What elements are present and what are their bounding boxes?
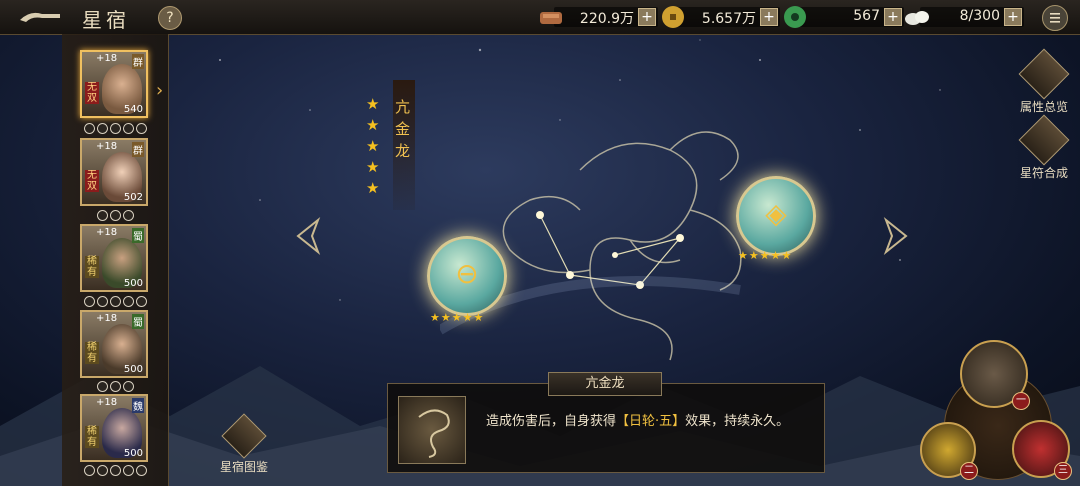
constellation-option-1[interactable]: 一: [960, 340, 1030, 410]
constellation-thumbnail: [398, 396, 466, 464]
hero-faction: 蜀: [132, 228, 144, 243]
hero-faction: 群: [132, 54, 144, 69]
hero-faction: 群: [132, 142, 144, 157]
hero-card[interactable]: +18 群 无双 502: [80, 138, 148, 206]
top-bar: 星宿 ? 220.9万 + 5.657万 + 567 + 8/300 +: [0, 0, 1080, 35]
next-arrow-button[interactable]: [882, 216, 912, 256]
chevron-right-icon: ›: [156, 80, 164, 101]
star-icon: ★: [366, 137, 380, 155]
coin-value: 5.657万: [701, 11, 756, 27]
gallery-label: 星宿图鉴: [219, 460, 268, 474]
rune-symbol-icon: ◈: [765, 197, 787, 230]
hero-card[interactable]: +18 蜀 稀有 500: [80, 310, 148, 378]
hero-tag: 稀有: [85, 256, 99, 278]
attributes-overview-button[interactable]: 属性总览: [1014, 48, 1074, 115]
dragon-thumbnail-icon: [418, 409, 450, 458]
hero-slot-dots: [62, 296, 168, 307]
hero-level: +18: [96, 53, 118, 64]
hero-power: 500: [123, 364, 143, 375]
copper-add-button[interactable]: +: [638, 8, 656, 26]
option-badge: 三: [1054, 462, 1072, 480]
hero-tag: 稀有: [85, 342, 99, 364]
page-title: 星宿: [82, 8, 130, 32]
constellation-option-2[interactable]: 二: [920, 422, 978, 480]
stamina-value: 8/300: [959, 8, 1000, 24]
menu-icon: [1050, 13, 1060, 23]
rune-symbol-icon: ⊖: [455, 257, 479, 290]
constellation-gallery-button[interactable]: 星宿图鉴: [212, 413, 276, 475]
info-desc-highlight: 【日轮·五】: [616, 414, 686, 429]
resource-jade: 567 +: [784, 6, 904, 28]
hero-slot-dots: [62, 210, 168, 221]
previous-arrow-button[interactable]: [292, 216, 322, 256]
resource-coin: 5.657万 +: [662, 6, 780, 28]
orb-stars-left: ★★★★★: [430, 311, 485, 324]
option-badge: 一: [1012, 392, 1030, 410]
info-description: 造成伤害后，自身获得【日轮·五】效果，持续永久。: [486, 412, 806, 432]
attributes-overview-label: 属性总览: [1019, 100, 1068, 114]
constellation-rank-stars: ★ ★ ★ ★ ★: [366, 94, 382, 199]
gallery-icon: [221, 413, 267, 459]
back-button[interactable]: [16, 6, 64, 28]
info-desc-text: 造成伤害后，自身获得: [486, 414, 617, 429]
hero-power: 502: [123, 192, 143, 203]
star-rune-slot-left[interactable]: ⊖: [427, 236, 507, 316]
option-badge: 二: [960, 462, 978, 480]
info-title: 亢金龙: [548, 372, 662, 396]
copper-value: 220.9万: [579, 11, 634, 27]
hero-power: 540: [123, 104, 143, 115]
hero-card[interactable]: +18 群 无双 540: [80, 50, 148, 118]
hero-card[interactable]: +18 蜀 稀有 500: [80, 224, 148, 292]
hero-list: +18 群 无双 540 +18 群 无双 502 +18 蜀 稀有 500 +…: [62, 34, 169, 486]
hero-card[interactable]: +18 魏 稀有 500: [80, 394, 148, 462]
jade-value: 567: [853, 8, 880, 24]
coin-add-button[interactable]: +: [760, 8, 778, 26]
hero-level: +18: [96, 227, 118, 238]
hero-slot-dots: [62, 123, 168, 134]
hero-tag: 无双: [85, 82, 99, 104]
info-desc-text-end: 效果，持续永久。: [685, 414, 790, 429]
stamina-add-button[interactable]: +: [1004, 8, 1022, 26]
help-button[interactable]: ?: [158, 6, 182, 30]
hero-tag: 稀有: [85, 426, 99, 448]
jade-add-button[interactable]: +: [884, 8, 902, 26]
menu-button[interactable]: [1042, 5, 1068, 31]
hero-slot-dots: [62, 465, 168, 476]
jade-icon: [784, 6, 806, 28]
hero-level: +18: [96, 141, 118, 152]
hero-level: +18: [96, 313, 118, 324]
hero-power: 500: [123, 448, 143, 459]
hero-faction: 魏: [132, 398, 144, 413]
constellation-option-3[interactable]: 三: [1012, 420, 1072, 480]
resource-copper: 220.9万 +: [540, 7, 658, 27]
hero-slot-dots: [62, 381, 168, 392]
star-rune-synthesis-label: 星符合成: [1019, 166, 1068, 180]
star-icon: ★: [366, 95, 380, 113]
resource-stamina: 8/300 +: [905, 7, 1024, 27]
star-icon: ★: [366, 158, 380, 176]
hero-level: +18: [96, 397, 118, 408]
back-arrow-icon: [20, 12, 60, 22]
star-icon: ★: [366, 179, 380, 197]
copper-ingot-icon: [540, 12, 562, 24]
star-rune-synthesis-button[interactable]: 星符合成: [1014, 114, 1074, 181]
constellation-title: 亢金龙: [395, 98, 411, 160]
hero-power: 500: [123, 278, 143, 289]
orb-stars-right: ★★★★★: [738, 249, 793, 262]
stamina-icon: [905, 11, 929, 25]
hero-tag: 无双: [85, 170, 99, 192]
star-rune-slot-right[interactable]: ◈: [736, 176, 816, 256]
attributes-overview-icon: [1018, 48, 1070, 100]
star-icon: ★: [366, 116, 380, 134]
hero-faction: 蜀: [132, 314, 144, 329]
star-rune-synthesis-icon: [1018, 114, 1070, 166]
coin-icon: [662, 6, 684, 28]
